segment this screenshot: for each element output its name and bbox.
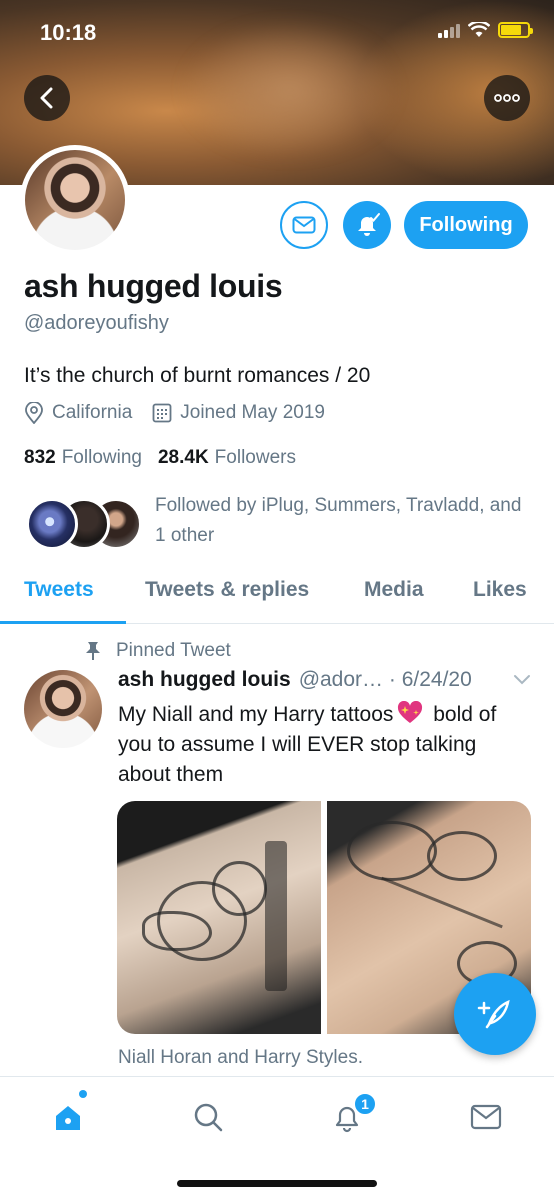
tweet-header: ash hugged louis @ador… · 6/24/20 [118, 668, 538, 692]
home-icon [56, 1106, 80, 1130]
tab-tweets-replies[interactable]: Tweets & replies [145, 578, 309, 602]
followed-by-text[interactable]: Followed by iPlug, Summers, Travladd, an… [155, 491, 535, 551]
mail-icon [292, 216, 316, 234]
follow-counts: 832 Following 28.4K Followers [24, 447, 296, 469]
message-button[interactable] [280, 201, 328, 249]
tab-likes[interactable]: Likes [473, 578, 527, 602]
pinned-label: Pinned Tweet [84, 640, 231, 662]
chevron-down-icon[interactable] [512, 672, 532, 686]
home-indicator-bar[interactable] [177, 1180, 377, 1187]
tweet-author-name[interactable]: ash hugged louis [118, 668, 291, 692]
mutual-followers-avatars[interactable] [26, 498, 142, 550]
profile-handle: @adoreyoufishy [24, 312, 169, 334]
nav-messages[interactable] [466, 1097, 506, 1137]
media-caption: Niall Horan and Harry Styles. [118, 1047, 363, 1068]
messages-icon [470, 1104, 502, 1130]
signal-icon [438, 22, 460, 38]
compose-tweet-button[interactable] [454, 973, 536, 1055]
status-icons [438, 22, 533, 38]
tweet-text: My Niall and my Harry tattoos bold of yo… [118, 700, 518, 790]
location-pin-icon [25, 402, 43, 424]
more-options-button[interactable] [484, 75, 530, 121]
pinned-text: Pinned Tweet [116, 640, 231, 661]
following-button[interactable]: Following [404, 201, 528, 249]
sparkling-heart-icon [398, 701, 423, 723]
nav-search[interactable] [188, 1097, 228, 1137]
joined-item: Joined May 2019 [152, 402, 325, 424]
bell-check-icon [358, 213, 380, 236]
profile-bio: It’s the church of burnt romances / 20 [24, 364, 371, 387]
notifications-badge: 1 [353, 1092, 377, 1116]
feather-plus-icon [477, 999, 510, 1029]
more-icon [494, 94, 520, 102]
display-name: ash hugged louis [24, 268, 283, 304]
joined-text: Joined May 2019 [180, 402, 325, 423]
profile-tabs: Tweets Tweets & replies Media Likes [0, 568, 554, 624]
profile-avatar[interactable] [20, 145, 130, 255]
tab-media[interactable]: Media [364, 578, 424, 602]
following-count: 832 [24, 447, 56, 468]
wifi-icon [468, 22, 490, 37]
followers-count-link[interactable]: 28.4K Followers [158, 447, 296, 469]
tab-tweets[interactable]: Tweets [24, 578, 94, 602]
followers-count: 28.4K [157, 447, 209, 468]
status-time: 10:18 [40, 20, 97, 45]
tweet-author-avatar[interactable] [24, 670, 102, 748]
nav-home[interactable] [48, 1097, 88, 1137]
followers-label: Followers [214, 447, 296, 468]
home-new-indicator [79, 1090, 87, 1098]
avatar [26, 498, 78, 550]
following-label: Following [61, 447, 142, 468]
chevron-left-icon [40, 87, 53, 109]
tweet-handle-date: @ador… · 6/24/20 [298, 668, 472, 691]
back-button[interactable] [24, 75, 70, 121]
profile-meta: California Joined May 2019 [24, 402, 345, 424]
search-icon [194, 1103, 223, 1132]
tweet-text-part1: My Niall and my Harry tattoos [118, 703, 394, 726]
active-tab-indicator [0, 621, 126, 624]
pin-icon [86, 642, 100, 660]
notify-button[interactable] [343, 201, 391, 249]
location-text: California [52, 402, 133, 423]
battery-icon [498, 22, 533, 38]
following-count-link[interactable]: 832 Following [24, 447, 142, 469]
location-item: California [24, 402, 132, 424]
calendar-icon [152, 403, 172, 423]
tattoo-photo-1[interactable] [117, 801, 321, 1034]
